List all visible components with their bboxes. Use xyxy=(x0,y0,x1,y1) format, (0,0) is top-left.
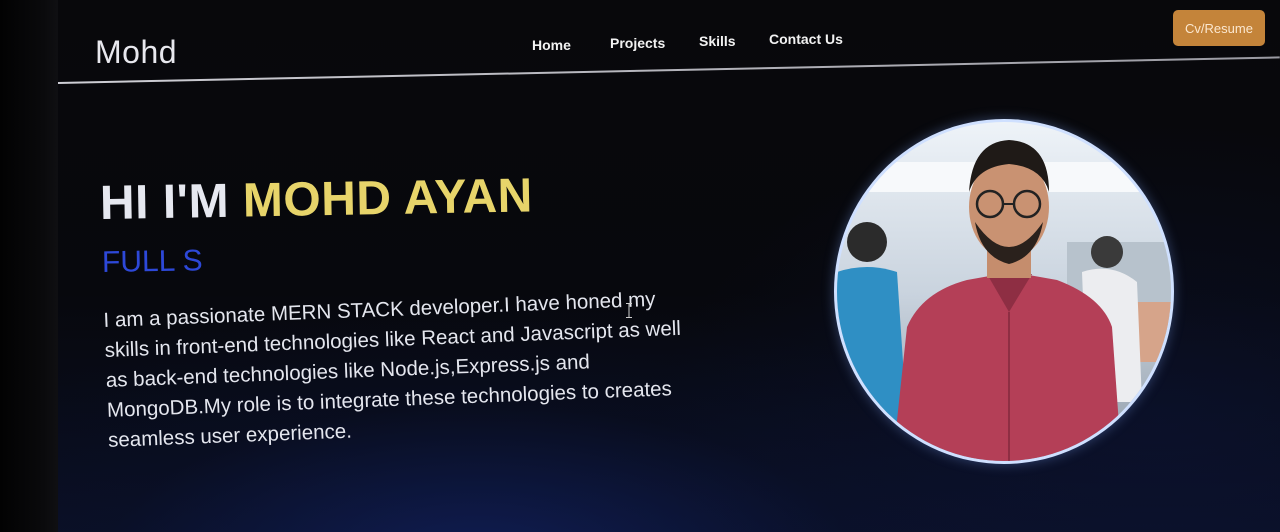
nav-projects[interactable]: Projects xyxy=(610,35,665,51)
cv-resume-button[interactable]: Cv/Resume xyxy=(1173,10,1265,46)
text-cursor-icon xyxy=(626,303,632,318)
monitor-bezel xyxy=(0,0,62,532)
nav-skills[interactable]: Skills xyxy=(699,33,736,49)
profile-photo xyxy=(834,119,1174,464)
nav-contact[interactable]: Contact Us xyxy=(769,31,843,47)
hero-greeting: HI I'M xyxy=(99,174,244,230)
nav-home[interactable]: Home xyxy=(532,37,571,53)
hero-bio: I am a passionate MERN STACK developer.I… xyxy=(103,287,682,452)
hero-name: MOHD AYAN xyxy=(242,169,534,228)
main-nav: Home Projects Skills Contact Us xyxy=(0,31,1280,54)
hero-title: HI I'M MOHD AYAN xyxy=(100,168,534,231)
hero-role: FULL S xyxy=(101,244,203,279)
